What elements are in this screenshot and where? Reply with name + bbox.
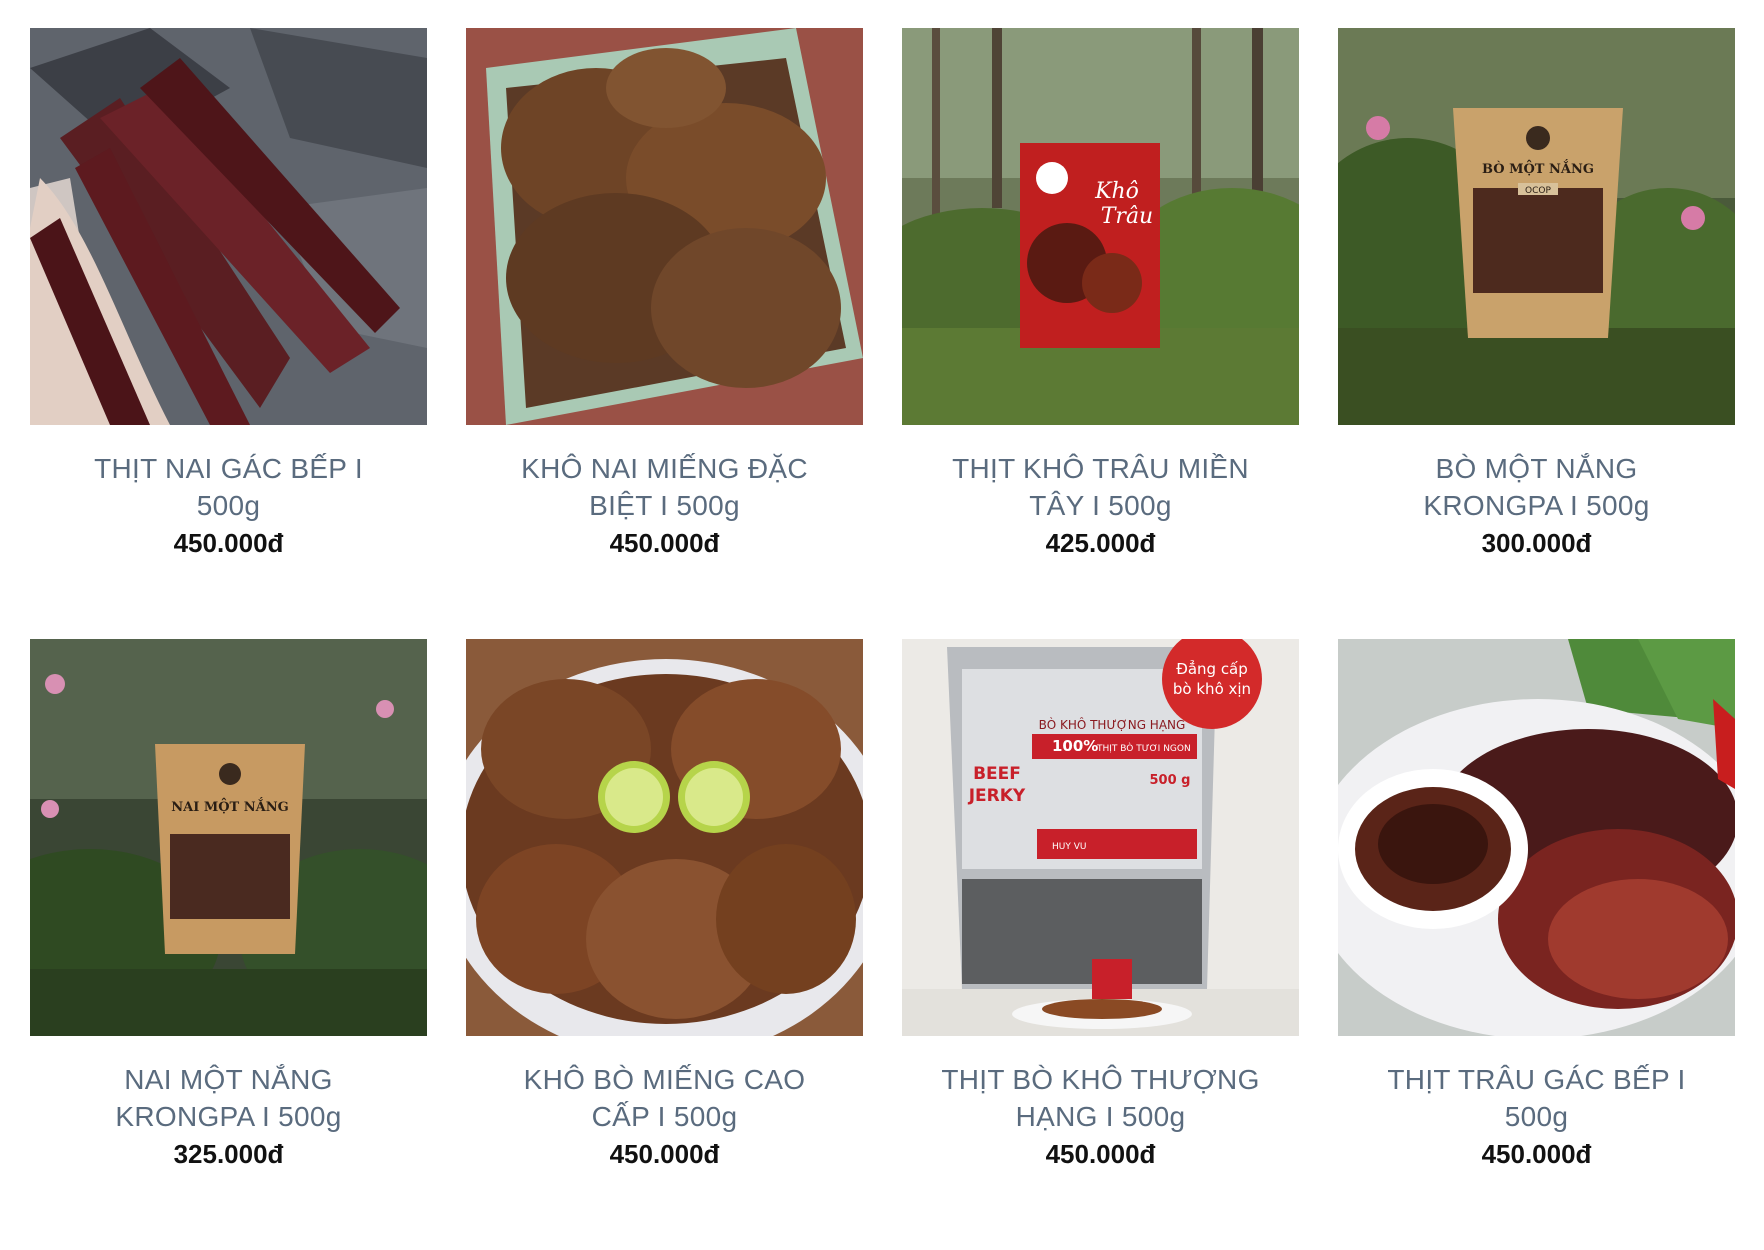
venison-jerky-pieces-photo: [466, 28, 863, 425]
beef-jerky-lime-plate-photo: [466, 639, 863, 1036]
pack-text: HUY VU: [1052, 842, 1086, 852]
product-price: 450.000đ: [1045, 1139, 1156, 1169]
product-price: 450.000đ: [173, 528, 284, 558]
pack-text: THỊT BÒ TƯƠI NGON: [1096, 742, 1191, 754]
product-image[interactable]: [466, 28, 863, 425]
pack-text: 500 g: [1150, 773, 1191, 788]
product-price: 325.000đ: [173, 1139, 284, 1169]
product-image[interactable]: BÒ MỘT NẮNG OCOP: [1338, 28, 1735, 425]
pack-brand-text: Khô: [1094, 179, 1139, 204]
pack-badge-text: bò khô xịn: [1173, 680, 1251, 698]
product-name[interactable]: THỊT BÒ KHÔ THƯỢNG HẠNG I 500g: [931, 1061, 1271, 1135]
product-card[interactable]: THỊT NAI GÁC BẾP I 500g 450.000đ: [30, 28, 427, 639]
venison-kraft-pack-photo: NAI MỘT NẮNG: [30, 639, 427, 1036]
dried-venison-strips-photo: [30, 28, 427, 425]
product-card[interactable]: BÒ MỘT NẮNG OCOP BÒ MỘT NẮNG KRONGPA I 5…: [1338, 28, 1735, 639]
beef-jerky-pack-photo: Đẳng cấp bò khô xịn BÒ KHÔ THƯỢNG HẠNG 1…: [902, 639, 1299, 1036]
product-image[interactable]: NAI MỘT NẮNG: [30, 639, 427, 1036]
pack-title-text: BÒ KHÔ THƯỢNG HẠNG: [1039, 717, 1186, 732]
product-name[interactable]: BÒ MỘT NẮNG KRONGPA I 500g: [1367, 450, 1707, 524]
beef-kraft-pack-photo: BÒ MỘT NẮNG OCOP: [1338, 28, 1735, 425]
product-name[interactable]: THỊT KHÔ TRÂU MIỀN TÂY I 500g: [931, 450, 1271, 524]
pack-brand-text: BÒ MỘT NẮNG: [1482, 159, 1594, 177]
product-card[interactable]: THỊT TRÂU GÁC BẾP I 500g 450.000đ: [1338, 639, 1735, 1250]
product-price: 425.000đ: [1045, 528, 1156, 558]
product-card[interactable]: KHÔ BÒ MIẾNG CAO CẤP I 500g 450.000đ: [466, 639, 863, 1250]
pack-text: BEEF: [973, 764, 1021, 784]
pack-brand-text: Trâu: [1101, 204, 1153, 229]
product-price: 450.000đ: [609, 528, 720, 558]
product-name[interactable]: KHÔ NAI MIẾNG ĐẶC BIỆT I 500g: [495, 450, 835, 524]
pack-badge-text: Đẳng cấp: [1176, 659, 1248, 678]
product-image[interactable]: [466, 639, 863, 1036]
product-card[interactable]: NAI MỘT NẮNG NAI MỘT NẮNG KRONGPA I 500g…: [30, 639, 427, 1250]
product-grid: THỊT NAI GÁC BẾP I 500g 450.000đ KHÔ NAI…: [30, 28, 1735, 1250]
product-image[interactable]: Đẳng cấp bò khô xịn BÒ KHÔ THƯỢNG HẠNG 1…: [902, 639, 1299, 1036]
product-name[interactable]: THỊT NAI GÁC BẾP I 500g: [59, 450, 399, 524]
product-price: 450.000đ: [1481, 1139, 1592, 1169]
pack-brand-text: NAI MỘT NẮNG: [171, 797, 288, 815]
product-name[interactable]: THỊT TRÂU GÁC BẾP I 500g: [1367, 1061, 1707, 1135]
pack-badge-text: OCOP: [1525, 186, 1551, 196]
product-price: 300.000đ: [1481, 528, 1592, 558]
product-image[interactable]: [1338, 639, 1735, 1036]
product-price: 450.000đ: [609, 1139, 720, 1169]
pack-text: 100%: [1052, 737, 1098, 755]
pack-text: JERKY: [968, 786, 1026, 806]
product-image[interactable]: Khô Trâu: [902, 28, 1299, 425]
product-image[interactable]: [30, 28, 427, 425]
product-card[interactable]: Khô Trâu THỊT KHÔ TRÂU MIỀN TÂY I 500g 4…: [902, 28, 1299, 639]
product-card[interactable]: KHÔ NAI MIẾNG ĐẶC BIỆT I 500g 450.000đ: [466, 28, 863, 639]
product-card[interactable]: Đẳng cấp bò khô xịn BÒ KHÔ THƯỢNG HẠNG 1…: [902, 639, 1299, 1250]
product-name[interactable]: NAI MỘT NẮNG KRONGPA I 500g: [59, 1061, 399, 1135]
buffalo-jerky-sauce-plate-photo: [1338, 639, 1735, 1036]
product-name[interactable]: KHÔ BÒ MIẾNG CAO CẤP I 500g: [495, 1061, 835, 1135]
buffalo-jerky-red-pack-photo: Khô Trâu: [902, 28, 1299, 425]
